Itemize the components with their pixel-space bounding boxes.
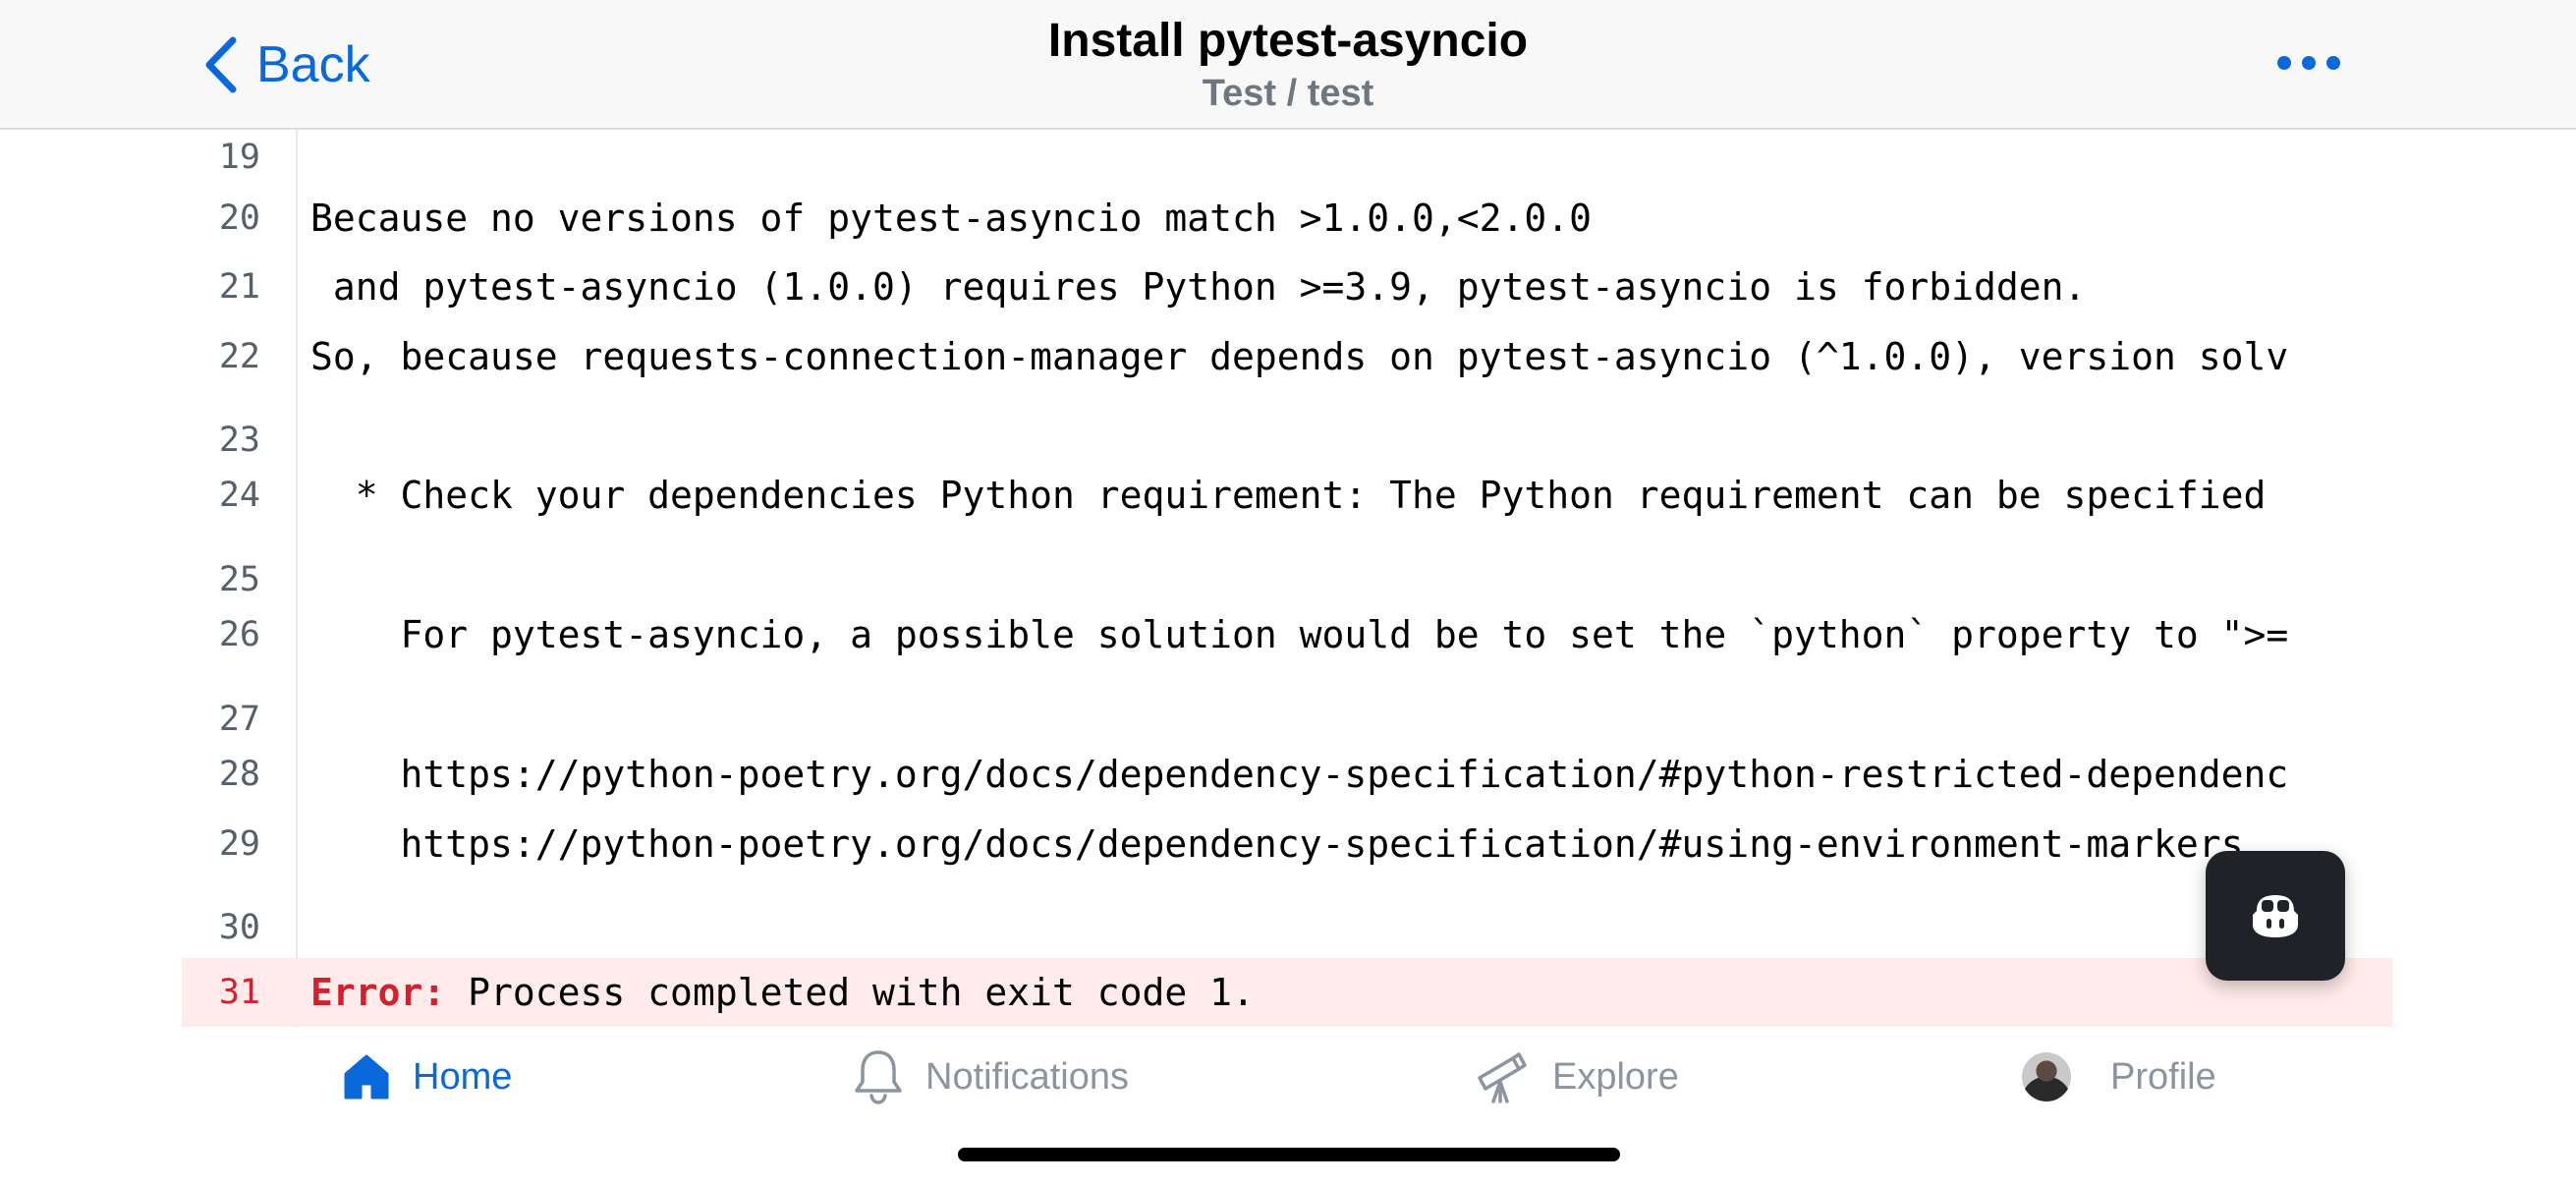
error-message: Process completed with exit code 1. — [445, 971, 1255, 1014]
tab-home[interactable]: Home — [342, 1045, 512, 1108]
log-line: 28 https://python-poetry.org/docs/depend… — [182, 747, 2392, 802]
line-number: 30 — [218, 908, 260, 947]
avatar — [2022, 1052, 2071, 1101]
copilot-button[interactable] — [2206, 851, 2345, 981]
line-number: 26 — [218, 615, 260, 654]
line-number: 23 — [218, 421, 260, 460]
log-line: 24 * Check your dependencies Python requ… — [182, 468, 2392, 523]
log-line: 27 — [182, 692, 2392, 747]
line-number: 31 — [218, 973, 260, 1012]
line-text: For pytest-asyncio, a possible solution … — [310, 613, 2289, 656]
tab-explore[interactable]: Explore — [1474, 1045, 1679, 1108]
log-line: 26 For pytest-asyncio, a possible soluti… — [182, 607, 2392, 662]
line-text[interactable]: https://python-poetry.org/docs/dependenc… — [310, 753, 2389, 796]
more-options-button[interactable] — [2269, 35, 2348, 90]
line-text: and pytest-asyncio (1.0.0) requires Pyth… — [310, 265, 2087, 309]
log-line: 21 and pytest-asyncio (1.0.0) requires P… — [182, 259, 2392, 314]
line-number: 24 — [218, 476, 260, 515]
error-prefix: Error: — [310, 971, 446, 1014]
tab-notifications-label: Notifications — [925, 1055, 1129, 1098]
error-log-line: 31 Error: Process completed with exit co… — [182, 958, 2392, 1027]
bell-icon — [855, 1050, 902, 1104]
line-number: 20 — [218, 198, 260, 238]
log-line: 22 So, because requests-connection-manag… — [182, 329, 2392, 384]
tab-notifications[interactable]: Notifications — [853, 1045, 1129, 1108]
home-indicator — [958, 1148, 1620, 1161]
log-viewer[interactable]: 19 20 Because no versions of pytest-asyn… — [182, 130, 2392, 1028]
log-line: 25 — [182, 552, 2392, 607]
line-number: 21 — [218, 267, 260, 307]
tab-profile-label: Profile — [2110, 1055, 2216, 1098]
line-number: 28 — [218, 755, 260, 794]
copilot-icon — [2253, 895, 2298, 937]
line-number: 22 — [218, 337, 260, 376]
log-line: 20 Because no versions of pytest-asyncio… — [182, 191, 2392, 246]
line-number: 19 — [218, 138, 260, 177]
line-number: 29 — [218, 824, 260, 864]
home-icon — [344, 1054, 389, 1100]
line-text: Because no versions of pytest-asyncio ma… — [310, 197, 1593, 240]
line-text: * Check your dependencies Python require… — [310, 474, 2267, 517]
line-number: 27 — [218, 700, 260, 739]
nav-header: Back Install pytest-asyncio Test / test — [0, 0, 2576, 130]
ellipsis-icon — [2277, 56, 2340, 70]
log-line: 23 — [182, 413, 2392, 468]
line-text[interactable]: https://python-poetry.org/docs/dependenc… — [310, 822, 2389, 866]
log-line: 30 — [182, 900, 2392, 955]
line-text: So, because requests-connection-manager … — [310, 335, 2289, 378]
bottom-tab-bar: Home Notifications Explore Profile — [0, 1028, 2576, 1126]
telescope-icon — [1478, 1052, 1527, 1103]
tab-profile[interactable]: Profile — [2022, 1045, 2216, 1108]
log-line: 19 — [182, 136, 2392, 179]
page-title: Install pytest-asyncio — [1047, 15, 1529, 67]
tab-explore-label: Explore — [1552, 1055, 1679, 1098]
page-subtitle: Test / test — [1202, 73, 1374, 114]
line-number: 25 — [218, 560, 260, 599]
log-line: 29 https://python-poetry.org/docs/depend… — [182, 817, 2392, 872]
title-block: Install pytest-asyncio Test / test — [0, 12, 2576, 116]
tab-home-label: Home — [413, 1055, 513, 1098]
line-text: Error: Process completed with exit code … — [310, 971, 2389, 1014]
